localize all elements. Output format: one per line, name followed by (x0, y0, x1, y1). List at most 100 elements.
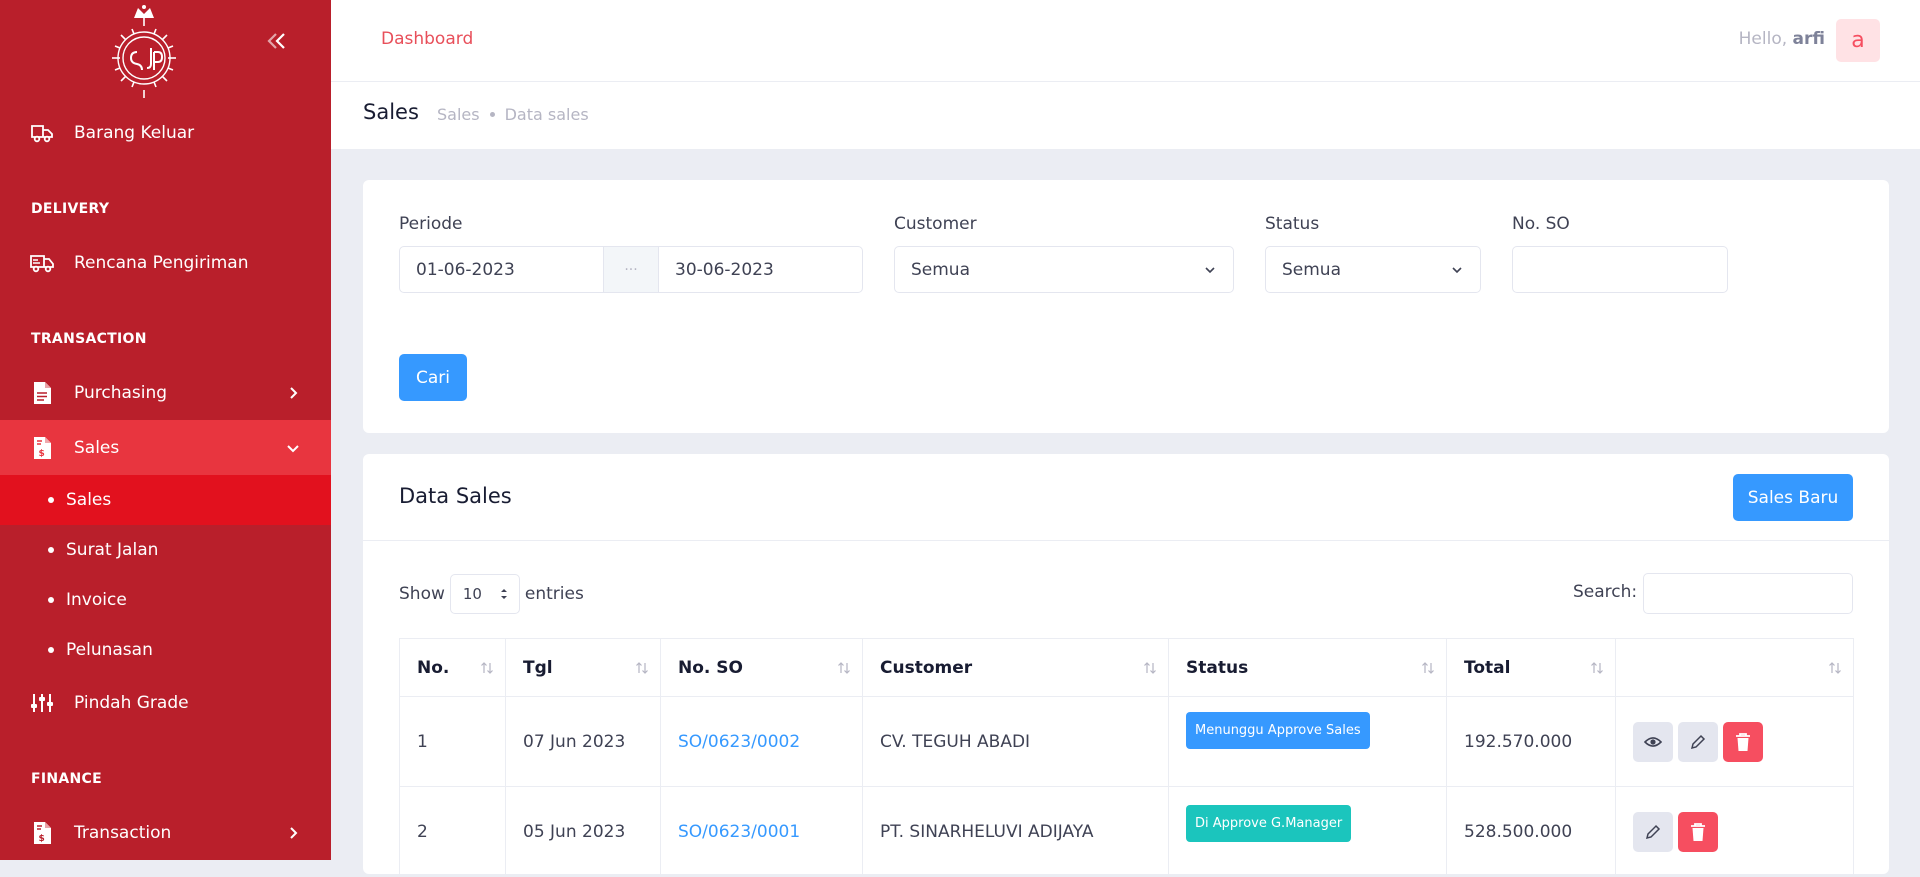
cell-total: 528.500.000 (1446, 786, 1616, 877)
edit-button[interactable] (1678, 721, 1718, 762)
sidebar-subitem-pelunasan[interactable]: Pelunasan (0, 625, 331, 675)
cell-tgl: 07 Jun 2023 (505, 696, 661, 787)
sidebar-subitem-surat-jalan[interactable]: Surat Jalan (0, 525, 331, 575)
eye-icon (1644, 736, 1662, 747)
subheader: Sales Sales Data sales (331, 82, 1920, 149)
pencil-icon (1645, 824, 1661, 839)
user-greeting: Hello, arfi (1739, 29, 1825, 49)
sidebar-subitem-sales[interactable]: Sales (0, 475, 331, 525)
entries-select[interactable]: 10 (449, 574, 520, 614)
bullet-icon (48, 497, 54, 503)
cell-no: 1 (399, 696, 506, 787)
card-title: Data Sales (399, 484, 512, 508)
top-header: Dashboard Hello, arfi a (331, 0, 1920, 82)
breadcrumb-data-sales[interactable]: Data sales (505, 105, 589, 124)
pencil-icon (1690, 734, 1706, 749)
sidebar-subitem-invoice[interactable]: Invoice (0, 575, 331, 625)
customer-select[interactable]: Semua (894, 246, 1234, 293)
section-transaction: TRANSACTION (31, 331, 147, 347)
sort-icon (1422, 662, 1434, 674)
column-header-tgl[interactable]: Tgl (505, 638, 661, 697)
so-link[interactable]: SO/0623/0002 (678, 732, 800, 752)
card-divider (363, 540, 1889, 541)
page-title: Sales (363, 100, 419, 124)
sidebar-item-label: Pindah Grade (74, 692, 189, 713)
sidebar-subitem-label: Surat Jalan (66, 540, 159, 560)
column-header-label: No. SO (678, 657, 743, 678)
cell-no-so: SO/0623/0002 (660, 696, 863, 787)
date-to-input[interactable]: 30-06-2023 (659, 247, 862, 292)
column-header-status[interactable]: Status (1168, 638, 1447, 697)
column-header-no-so[interactable]: No. SO (660, 638, 863, 697)
delete-button[interactable] (1723, 721, 1763, 762)
sidebar-item-sales[interactable]: $ Sales (0, 420, 331, 475)
trash-icon (1736, 732, 1750, 751)
search-input[interactable] (1643, 573, 1853, 614)
column-header-label: Tgl (523, 657, 553, 678)
company-logo (112, 5, 176, 98)
sort-icon (481, 662, 493, 674)
cell-tgl: 05 Jun 2023 (505, 786, 661, 877)
cari-button[interactable]: Cari (399, 354, 467, 401)
status-label: Status (1265, 214, 1320, 234)
section-finance: FINANCE (31, 771, 102, 787)
sidebar-item-barang-keluar[interactable]: Barang Keluar (0, 105, 331, 160)
collapse-sidebar-icon[interactable] (262, 26, 292, 56)
status-badge: Di Approve G.Manager (1186, 805, 1352, 842)
sort-icon (636, 662, 648, 674)
no-so-input[interactable] (1512, 246, 1728, 293)
cell-no-so: SO/0623/0001 (660, 786, 863, 877)
avatar[interactable]: a (1836, 19, 1880, 62)
sales-table: No. Tgl No. SO Customer Status Total 1 0… (399, 638, 1854, 877)
svg-text:$: $ (39, 449, 45, 459)
view-button[interactable] (1633, 721, 1673, 762)
document-icon (30, 381, 54, 405)
column-header-no[interactable]: No. (399, 638, 506, 697)
sidebar: Barang Keluar DELIVERY Rencana Pengirima… (0, 0, 331, 860)
filter-card: Periode 01-06-2023 ··· 30-06-2023 Custom… (363, 180, 1889, 433)
chevron-right-icon (290, 826, 298, 839)
customer-selected-value: Semua (911, 259, 971, 280)
sidebar-subitem-label: Pelunasan (66, 640, 153, 660)
column-header-total[interactable]: Total (1446, 638, 1616, 697)
sidebar-item-purchasing[interactable]: Purchasing (0, 365, 331, 420)
cell-no: 2 (399, 786, 506, 877)
sort-icon (838, 662, 850, 674)
sidebar-subitem-label: Sales (66, 490, 112, 510)
date-range-separator: ··· (603, 247, 659, 292)
status-select[interactable]: Semua (1265, 246, 1481, 293)
trash-icon (1691, 822, 1705, 841)
no-so-label: No. SO (1512, 214, 1570, 234)
so-link[interactable]: SO/0623/0001 (678, 822, 800, 842)
entries-label: entries (524, 584, 584, 604)
breadcrumb-separator (489, 112, 495, 117)
column-header-actions[interactable] (1615, 638, 1854, 697)
entries-selected-value: 10 (462, 585, 482, 603)
sort-icon (1144, 662, 1156, 674)
entries-length: Show 10 entries (399, 574, 584, 614)
sidebar-item-label: Sales (74, 437, 120, 458)
table-row: 2 05 Jun 2023 SO/0623/0001 PT. SINARHELU… (399, 786, 1854, 877)
sidebar-item-label: Purchasing (74, 382, 168, 403)
dashboard-link[interactable]: Dashboard (381, 29, 473, 49)
periode-range: 01-06-2023 ··· 30-06-2023 (399, 246, 863, 293)
cell-actions (1615, 696, 1854, 787)
updown-arrow-icon (500, 589, 507, 599)
breadcrumb-sales[interactable]: Sales (437, 105, 480, 124)
section-delivery: DELIVERY (31, 201, 110, 217)
sidebar-item-rencana-pengiriman[interactable]: Rencana Pengiriman (0, 235, 331, 290)
cell-customer: CV. TEGUH ABADI (862, 696, 1169, 787)
sidebar-item-transaction[interactable]: $ Transaction (0, 805, 331, 860)
delete-button[interactable] (1678, 811, 1718, 852)
column-header-customer[interactable]: Customer (862, 638, 1169, 697)
bullet-icon (48, 597, 54, 603)
cell-status: Menunggu Approve Sales (1168, 696, 1447, 787)
date-from-input[interactable]: 01-06-2023 (400, 247, 603, 292)
edit-button[interactable] (1633, 811, 1673, 852)
user-name: arfi (1792, 29, 1825, 49)
row-actions (1633, 811, 1853, 852)
sidebar-item-pindah-grade[interactable]: Pindah Grade (0, 675, 331, 730)
chevron-down-icon (1205, 266, 1215, 273)
sales-baru-button[interactable]: Sales Baru (1733, 474, 1853, 521)
sort-icon (1829, 662, 1841, 674)
